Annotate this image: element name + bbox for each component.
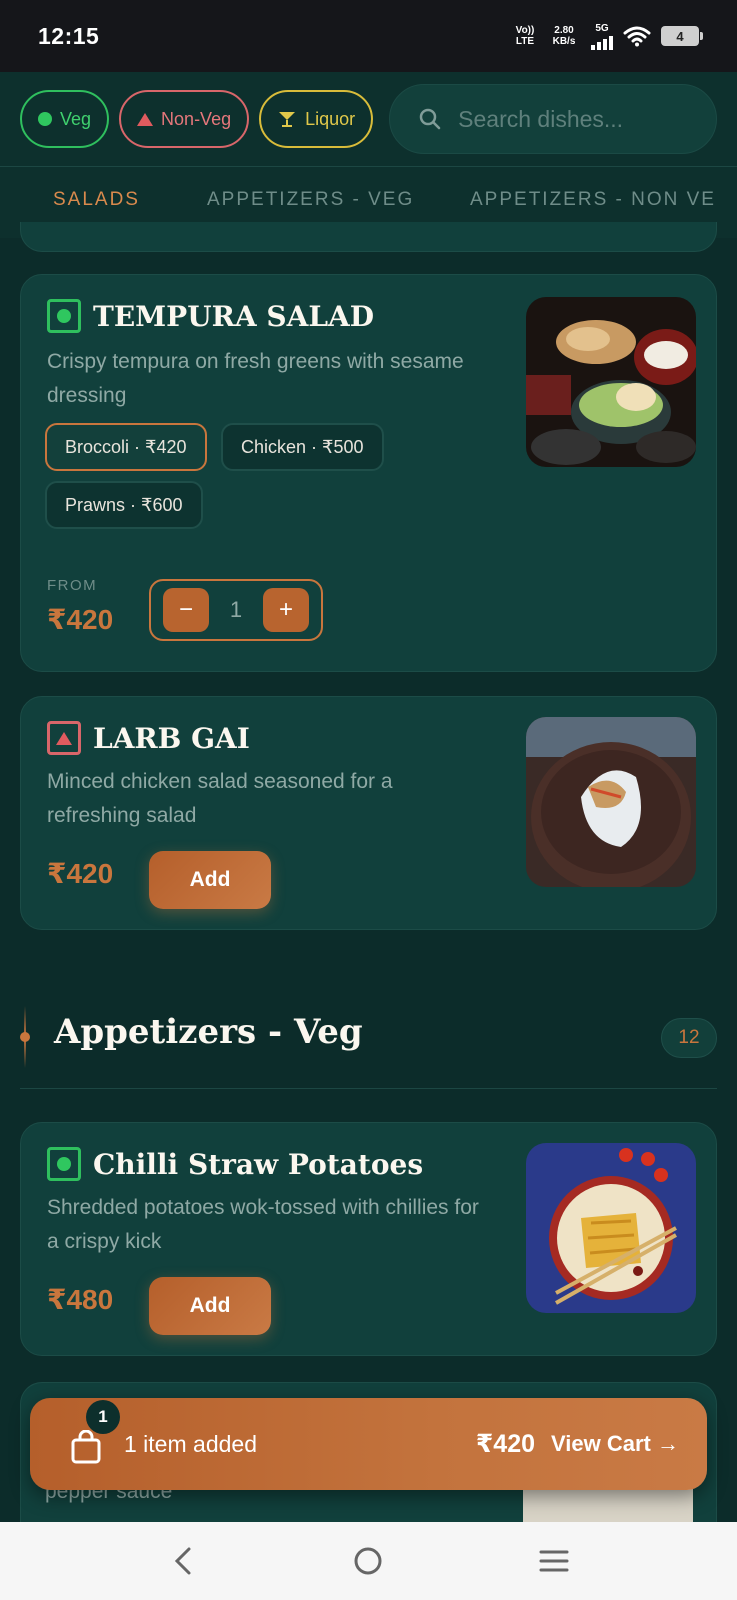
battery-icon: 4 [661,26,703,46]
food-image-larb-gai [526,717,696,887]
item-description: Minced chicken salad seasoned for a refr… [47,770,393,827]
cart-summary-text: 1 item added [124,1430,257,1457]
cart-count-badge: 1 [86,1400,120,1434]
search-box[interactable] [389,84,717,154]
view-cart-link[interactable]: View Cart → [551,1431,679,1457]
item-description: Crispy tempura on fresh greens with sesa… [47,350,464,407]
back-chevron-icon [174,1547,191,1575]
search-icon [419,108,441,130]
food-image-chilli-straw-potatoes [526,1143,696,1313]
variant-chip-chicken[interactable]: Chicken · ₹500 [221,423,384,471]
cocktail-glass-icon [279,112,296,127]
item-name: Chilli Straw Potatoes [93,1147,424,1181]
view-cart-bar[interactable]: 1 1 item added ₹420 View Cart → [30,1398,707,1490]
section-dot-icon [20,1032,30,1042]
item-title-row: LARB GAI [47,721,250,755]
item-price: ₹420 [47,858,114,889]
nonveg-filter-label: Non-Veg [161,108,232,129]
food-image-tempura-salad [526,297,696,467]
item-description: Shredded potatoes wok-tossed with chilli… [47,1196,479,1253]
section-header: Appetizers - Veg 12 [0,996,737,1094]
wifi-icon [623,26,651,47]
menu-item-card: Chilli Straw Potatoes Shredded potatoes … [20,1122,717,1356]
quantity-value: 1 [229,597,243,622]
add-button[interactable]: Add [149,1277,271,1335]
increment-button[interactable]: + [263,588,309,632]
status-bar: 12:15 Vo)) LTE 2.80 KB/s 5G 4 [0,0,737,72]
item-name: TEMPURA SALAD [93,299,375,333]
menu-item-card: LARB GAI Minced chicken salad seasoned f… [20,696,717,930]
previous-item-card [20,222,717,252]
nonveg-filter-chip[interactable]: Non-Veg [119,90,250,148]
item-title-row: TEMPURA SALAD [47,299,374,333]
menu-lines-icon [539,1550,569,1572]
veg-indicator-icon [47,299,81,333]
network-indicator: Vo)) LTE [515,25,535,47]
menu-item-card: TEMPURA SALAD Crispy tempura on fresh gr… [20,274,717,672]
veg-dot-icon [38,112,52,126]
quantity-stepper: − 1 + [149,579,323,641]
section-count-badge: 12 [661,1018,717,1058]
decrement-button[interactable]: − [163,588,209,632]
cart-total: ₹420 [475,1430,536,1458]
search-input[interactable] [458,105,649,133]
filter-bar: Veg Non-Veg Liquor [0,72,737,166]
cell-signal-icon: 5G [591,23,613,50]
section-title: Appetizers - Veg [54,1012,363,1052]
system-nav-bar [0,1522,737,1600]
item-name: LARB GAI [93,721,250,755]
home-circle-icon [354,1547,382,1575]
nonveg-triangle-icon [137,112,154,126]
section-divider [20,1088,717,1089]
liquor-filter-chip[interactable]: Liquor [259,90,374,148]
item-price: ₹480 [47,1284,114,1315]
add-button[interactable]: Add [149,851,271,909]
item-title-row: Chilli Straw Potatoes [47,1147,423,1181]
liquor-filter-label: Liquor [305,108,356,129]
network-speed: 2.80 KB/s [552,25,576,47]
price-from-label: FROM [47,577,98,594]
variant-chip-broccoli[interactable]: Broccoli · ₹420 [45,423,207,471]
veg-filter-label: Veg [60,108,92,129]
veg-filter-chip[interactable]: Veg [20,90,110,148]
home-nav-button[interactable] [348,1541,388,1581]
status-time: 12:15 [38,22,100,49]
back-nav-button[interactable] [163,1541,203,1581]
status-icons: Vo)) LTE 2.80 KB/s 5G 4 [513,23,703,50]
variant-chip-prawns[interactable]: Prawns · ₹600 [45,481,203,529]
shopping-bag-icon: 1 [70,1400,120,1464]
nonveg-indicator-icon [47,721,81,755]
item-price: ₹420 [47,604,114,635]
menu-nav-button[interactable] [534,1541,574,1581]
veg-indicator-icon [47,1147,81,1181]
